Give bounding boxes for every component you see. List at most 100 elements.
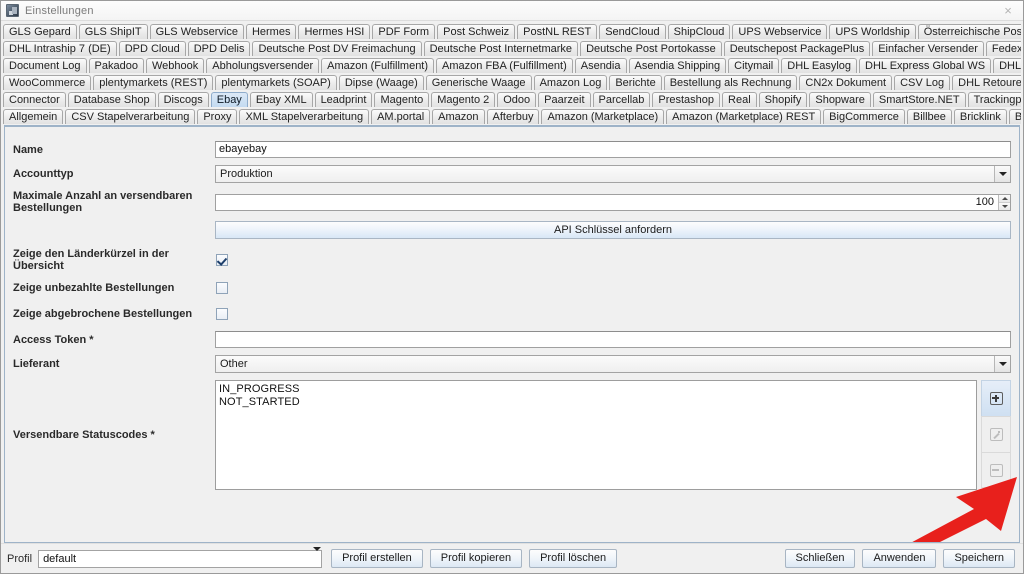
tab-prestashop[interactable]: Prestashop	[652, 92, 721, 107]
tab-plentymarkets-soap[interactable]: plentymarkets (SOAP)	[215, 75, 337, 90]
tab-trackingportal[interactable]: Trackingportal	[967, 92, 1021, 107]
tab-asendia[interactable]: Asendia	[574, 58, 627, 73]
tab-dhl-express-global-ws[interactable]: DHL Express Global WS	[859, 58, 992, 73]
tab-dhl-easylog[interactable]: DHL Easylog	[781, 58, 858, 73]
tab-paarzeit[interactable]: Paarzeit	[538, 92, 591, 107]
tab-allgemein[interactable]: Allgemein	[3, 109, 64, 124]
tab-ebay-xml[interactable]: Ebay XML	[249, 92, 313, 107]
tab-deutsche-post-portokasse[interactable]: Deutsche Post Portokasse	[580, 41, 722, 56]
accounttyp-select[interactable]: Produktion	[215, 165, 1011, 183]
tab-dipse-waage[interactable]: Dipse (Waage)	[338, 75, 424, 90]
create-profile-button[interactable]: Profil erstellen	[331, 549, 423, 568]
tab-pdf-form[interactable]: PDF Form	[372, 24, 436, 39]
tab-amazon[interactable]: Amazon	[432, 109, 485, 124]
remove-statuscode-button[interactable]	[981, 452, 1011, 488]
tab-am-portal[interactable]: AM.portal	[371, 109, 431, 124]
tab-asendia-shipping[interactable]: Asendia Shipping	[628, 58, 727, 73]
tab-deutsche-post-internetmarke[interactable]: Deutsche Post Internetmarke	[423, 41, 579, 56]
tab-brickowl[interactable]: Brickowl	[1008, 109, 1021, 124]
tab-csv-log[interactable]: CSV Log	[894, 75, 951, 90]
tab-leadprint[interactable]: Leadprint	[314, 92, 373, 107]
name-input[interactable]: ebayebay	[215, 141, 1011, 158]
tab-ebay[interactable]: Ebay	[210, 92, 248, 107]
tab-bigcommerce[interactable]: BigCommerce	[823, 109, 905, 124]
tab-amazon-log[interactable]: Amazon Log	[533, 75, 608, 90]
show-country-checkbox[interactable]	[216, 254, 228, 266]
copy-profile-button[interactable]: Profil kopieren	[429, 549, 523, 568]
save-button[interactable]: Speichern	[943, 549, 1015, 568]
tab-einfacher-versender[interactable]: Einfacher Versender	[872, 41, 984, 56]
stepper-down-icon[interactable]	[999, 202, 1010, 210]
close-button[interactable]: Schließen	[784, 549, 856, 568]
tab-gls-gepard[interactable]: GLS Gepard	[3, 24, 77, 39]
tab-magento-2[interactable]: Magento 2	[431, 92, 496, 107]
tab-woocommerce[interactable]: WooCommerce	[3, 75, 92, 90]
tab-shipcloud[interactable]: ShipCloud	[667, 24, 731, 39]
tab-shopify[interactable]: Shopify	[758, 92, 808, 107]
max-orders-stepper[interactable]: 100	[215, 193, 1011, 211]
tab-amazon-fba-fulfillment[interactable]: Amazon FBA (Fulfillment)	[436, 58, 573, 73]
access-token-input[interactable]	[215, 331, 1011, 348]
tab-gls-shipit[interactable]: GLS ShipIT	[78, 24, 148, 39]
tab-real[interactable]: Real	[722, 92, 757, 107]
tab-dpd-delis[interactable]: DPD Delis	[187, 41, 251, 56]
tab-smartstore-net[interactable]: SmartStore.NET	[872, 92, 966, 107]
tab-sendcloud[interactable]: SendCloud	[599, 24, 666, 39]
tab-billbee[interactable]: Billbee	[906, 109, 952, 124]
tab-sterreichische-post[interactable]: Österreichische Post	[917, 24, 1021, 39]
stepper-up-icon[interactable]	[999, 194, 1010, 202]
lieferant-dropdown-arrow-icon[interactable]	[994, 356, 1010, 372]
tab-pakadoo[interactable]: Pakadoo	[88, 58, 144, 73]
tab-plentymarkets-rest[interactable]: plentymarkets (REST)	[93, 75, 214, 90]
tab-odoo[interactable]: Odoo	[497, 92, 537, 107]
tab-discogs[interactable]: Discogs	[157, 92, 209, 107]
tab-amazon-fulfillment[interactable]: Amazon (Fulfillment)	[321, 58, 435, 73]
tab-dhl-gesch-ftskundenversand[interactable]: DHL Geschäftskundenversand	[993, 58, 1021, 73]
profile-select[interactable]: default	[38, 546, 323, 568]
apply-button[interactable]: Anwenden	[862, 549, 937, 568]
tab-postnl-rest[interactable]: PostNL REST	[517, 24, 598, 39]
tab-dhl-intraship-7-de[interactable]: DHL Intraship 7 (DE)	[3, 41, 117, 56]
edit-statuscode-button[interactable]	[981, 416, 1011, 452]
tab-generische-waage[interactable]: Generische Waage	[425, 75, 532, 90]
lieferant-select[interactable]: Other	[215, 355, 1011, 373]
show-unpaid-checkbox[interactable]	[216, 281, 228, 294]
tab-xml-stapelverarbeitung[interactable]: XML Stapelverarbeitung	[239, 109, 370, 124]
tab-magento[interactable]: Magento	[374, 92, 430, 107]
delete-profile-button[interactable]: Profil löschen	[529, 549, 618, 568]
tab-proxy[interactable]: Proxy	[197, 109, 238, 124]
show-cancelled-checkbox[interactable]	[216, 307, 228, 320]
tab-post-schweiz[interactable]: Post Schweiz	[437, 24, 516, 39]
chevron-down-icon[interactable]	[994, 166, 1010, 182]
tab-deutschepost-packageplus[interactable]: Deutschepost PackagePlus	[723, 41, 871, 56]
add-statuscode-button[interactable]	[981, 380, 1011, 416]
tab-deutsche-post-dv-freimachung[interactable]: Deutsche Post DV Freimachung	[252, 41, 422, 56]
profile-chevron-down-icon[interactable]	[313, 546, 322, 567]
request-api-key-button[interactable]: API Schlüssel anfordern	[215, 221, 1011, 239]
tab-berichte[interactable]: Berichte	[609, 75, 662, 90]
tab-dpd-cloud[interactable]: DPD Cloud	[118, 41, 186, 56]
tab-shopware[interactable]: Shopware	[809, 92, 871, 107]
close-icon[interactable]: ×	[997, 2, 1019, 20]
tab-connector[interactable]: Connector	[3, 92, 66, 107]
tab-webhook[interactable]: Webhook	[145, 58, 205, 73]
tab-database-shop[interactable]: Database Shop	[67, 92, 156, 107]
statuscodes-list[interactable]: IN_PROGRESS NOT_STARTED	[215, 380, 977, 490]
list-item[interactable]: IN_PROGRESS	[218, 383, 976, 396]
tab-citymail[interactable]: Citymail	[728, 58, 780, 73]
tab-bestellung-als-rechnung[interactable]: Bestellung als Rechnung	[663, 75, 798, 90]
tab-amazon-marketplace[interactable]: Amazon (Marketplace)	[541, 109, 665, 124]
tab-amazon-marketplace-rest[interactable]: Amazon (Marketplace) REST	[666, 109, 822, 124]
tab-gls-webservice[interactable]: GLS Webservice	[149, 24, 244, 39]
tab-hermes[interactable]: Hermes	[245, 24, 297, 39]
tab-cn2x-dokument[interactable]: CN2x Dokument	[799, 75, 893, 90]
tab-parcellab[interactable]: Parcellab	[592, 92, 651, 107]
tab-fedex-webservice[interactable]: Fedex Webservice	[985, 41, 1021, 56]
tab-dhl-retoure[interactable]: DHL Retoure	[952, 75, 1021, 90]
tab-bricklink[interactable]: Bricklink	[953, 109, 1007, 124]
list-item[interactable]: NOT_STARTED	[218, 396, 976, 409]
tab-abholungsversender[interactable]: Abholungsversender	[206, 58, 320, 73]
tab-csv-stapelverarbeitung[interactable]: CSV Stapelverarbeitung	[65, 109, 196, 124]
tab-ups-webservice[interactable]: UPS Webservice	[732, 24, 828, 39]
tab-afterbuy[interactable]: Afterbuy	[486, 109, 540, 124]
